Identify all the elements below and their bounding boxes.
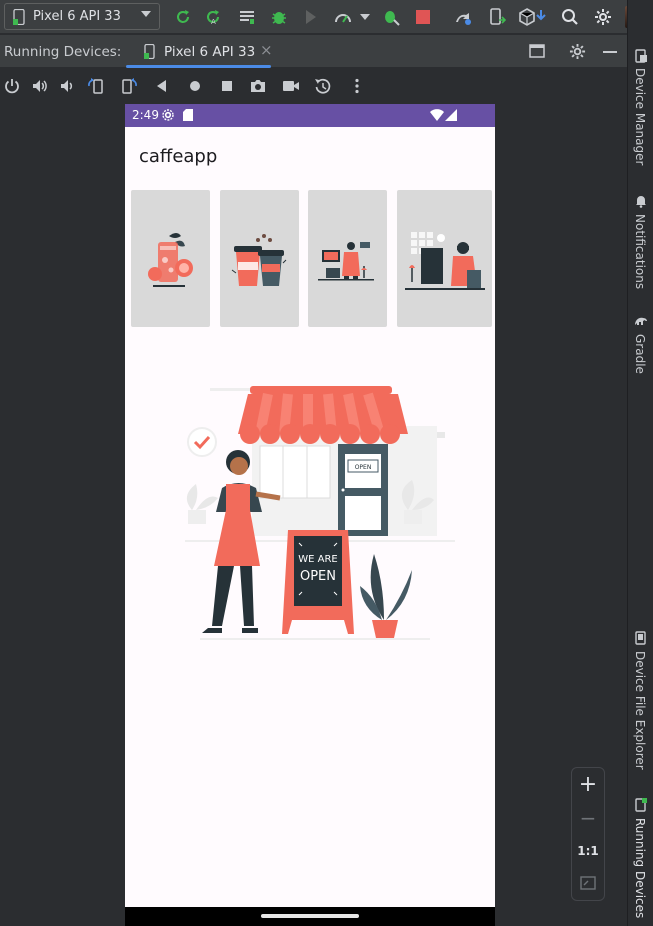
settings-status-icon [162, 109, 174, 121]
stop-icon[interactable] [414, 8, 432, 26]
coffee-cups-illustration [231, 234, 287, 286]
rotate-left-icon[interactable] [87, 77, 105, 95]
snapshot-icon[interactable] [314, 77, 332, 95]
running-devices-icon[interactable] [634, 798, 648, 812]
category-card-worker[interactable] [397, 190, 492, 327]
window-layout-icon[interactable] [529, 44, 545, 58]
rerun-icon[interactable] [174, 8, 192, 26]
chevron-down-icon [141, 11, 151, 17]
sync-icon[interactable] [454, 8, 472, 26]
device-mirroring-icon[interactable] [488, 8, 506, 26]
coffee-shop-open-illustration: OPEN WE ARE OPEN [185, 386, 455, 640]
door-open-sign: OPEN [355, 464, 372, 471]
sdk-manager-icon[interactable] [518, 8, 536, 26]
sign-text-line1: WE ARE [298, 554, 338, 565]
home-icon[interactable] [186, 77, 204, 95]
settings-icon[interactable] [594, 8, 612, 26]
device-manager-tab[interactable]: Device Manager [633, 68, 647, 165]
device-screen[interactable]: 2:49 caffeapp OPEN WE ARE OPEN [125, 104, 495, 926]
phone-icon [144, 44, 155, 59]
device-manager-icon[interactable] [634, 49, 648, 63]
more-dropdown-icon[interactable] [360, 14, 370, 20]
right-tool-strip: Device Manager Notifications Gradle Devi… [627, 0, 653, 926]
phone-icon [13, 8, 25, 25]
device-selector[interactable]: Pixel 6 API 33 [4, 3, 160, 30]
device-file-explorer-tab[interactable]: Device File Explorer [633, 651, 647, 770]
back-icon[interactable] [153, 77, 171, 95]
apply-changes-icon[interactable]: A [204, 8, 222, 26]
category-card-coffee[interactable] [220, 190, 299, 327]
running-devices-tabs: Running Devices: Pixel 6 API 33 × [0, 35, 627, 68]
zoom-out-button[interactable]: − [572, 806, 604, 830]
volume-up-icon[interactable] [31, 77, 49, 95]
notifications-tab[interactable]: Notifications [633, 214, 647, 289]
logcat-icon[interactable] [238, 8, 256, 26]
volume-down-icon[interactable] [58, 77, 76, 95]
download-icon [536, 10, 546, 21]
main-toolbar: Pixel 6 API 33 A [0, 0, 645, 34]
device-selector-label: Pixel 6 API 33 [33, 9, 121, 24]
gradle-tab[interactable]: Gradle [633, 334, 647, 374]
search-icon[interactable] [561, 8, 579, 26]
navigation-bar [125, 907, 495, 926]
remote-worker-illustration [405, 232, 485, 290]
sign-text-line2: OPEN [300, 569, 336, 584]
gradle-icon[interactable] [634, 314, 648, 328]
notifications-icon[interactable] [634, 194, 648, 208]
status-time: 2:49 [132, 108, 159, 122]
home-gesture-handle[interactable] [261, 914, 359, 918]
zoom-controls: + − 1:1 [571, 767, 605, 901]
fit-screen-icon[interactable] [580, 876, 596, 890]
running-devices-tab[interactable]: Running Devices [633, 818, 647, 918]
attach-debug-process-icon[interactable] [382, 8, 400, 26]
overview-icon[interactable] [218, 77, 236, 95]
device-controls-bar [0, 69, 627, 103]
attach-debugger-icon[interactable] [302, 8, 320, 26]
profile-icon[interactable] [334, 8, 352, 26]
settings-icon[interactable] [569, 43, 586, 60]
category-card-online[interactable] [308, 190, 387, 327]
online-order-illustration [318, 242, 374, 281]
tab-label: Pixel 6 API 33 [164, 44, 256, 60]
camera-icon[interactable] [249, 77, 267, 95]
tab-pixel-6-api-33[interactable]: Pixel 6 API 33 × [126, 35, 273, 68]
drinks-illustration [148, 233, 193, 287]
running-devices-title: Running Devices: [4, 44, 122, 60]
category-card-drinks[interactable] [131, 190, 210, 327]
record-icon[interactable] [282, 77, 300, 95]
cell-signal-icon [445, 109, 457, 121]
rotate-right-icon[interactable] [120, 77, 138, 95]
app-title: caffeapp [139, 146, 218, 167]
power-icon[interactable] [3, 77, 21, 95]
zoom-in-button[interactable]: + [572, 772, 604, 797]
tab-active-indicator [126, 65, 271, 68]
device-file-explorer-icon[interactable] [634, 631, 648, 645]
more-icon[interactable] [348, 77, 366, 95]
minimize-icon[interactable] [603, 51, 617, 53]
wifi-icon [430, 109, 444, 121]
sd-card-icon [183, 109, 193, 121]
debug-icon[interactable] [270, 8, 288, 26]
svg-text:A: A [211, 18, 216, 26]
close-icon[interactable]: × [260, 41, 273, 59]
actual-size-button[interactable]: 1:1 [572, 844, 604, 858]
status-bar: 2:49 [125, 104, 495, 127]
